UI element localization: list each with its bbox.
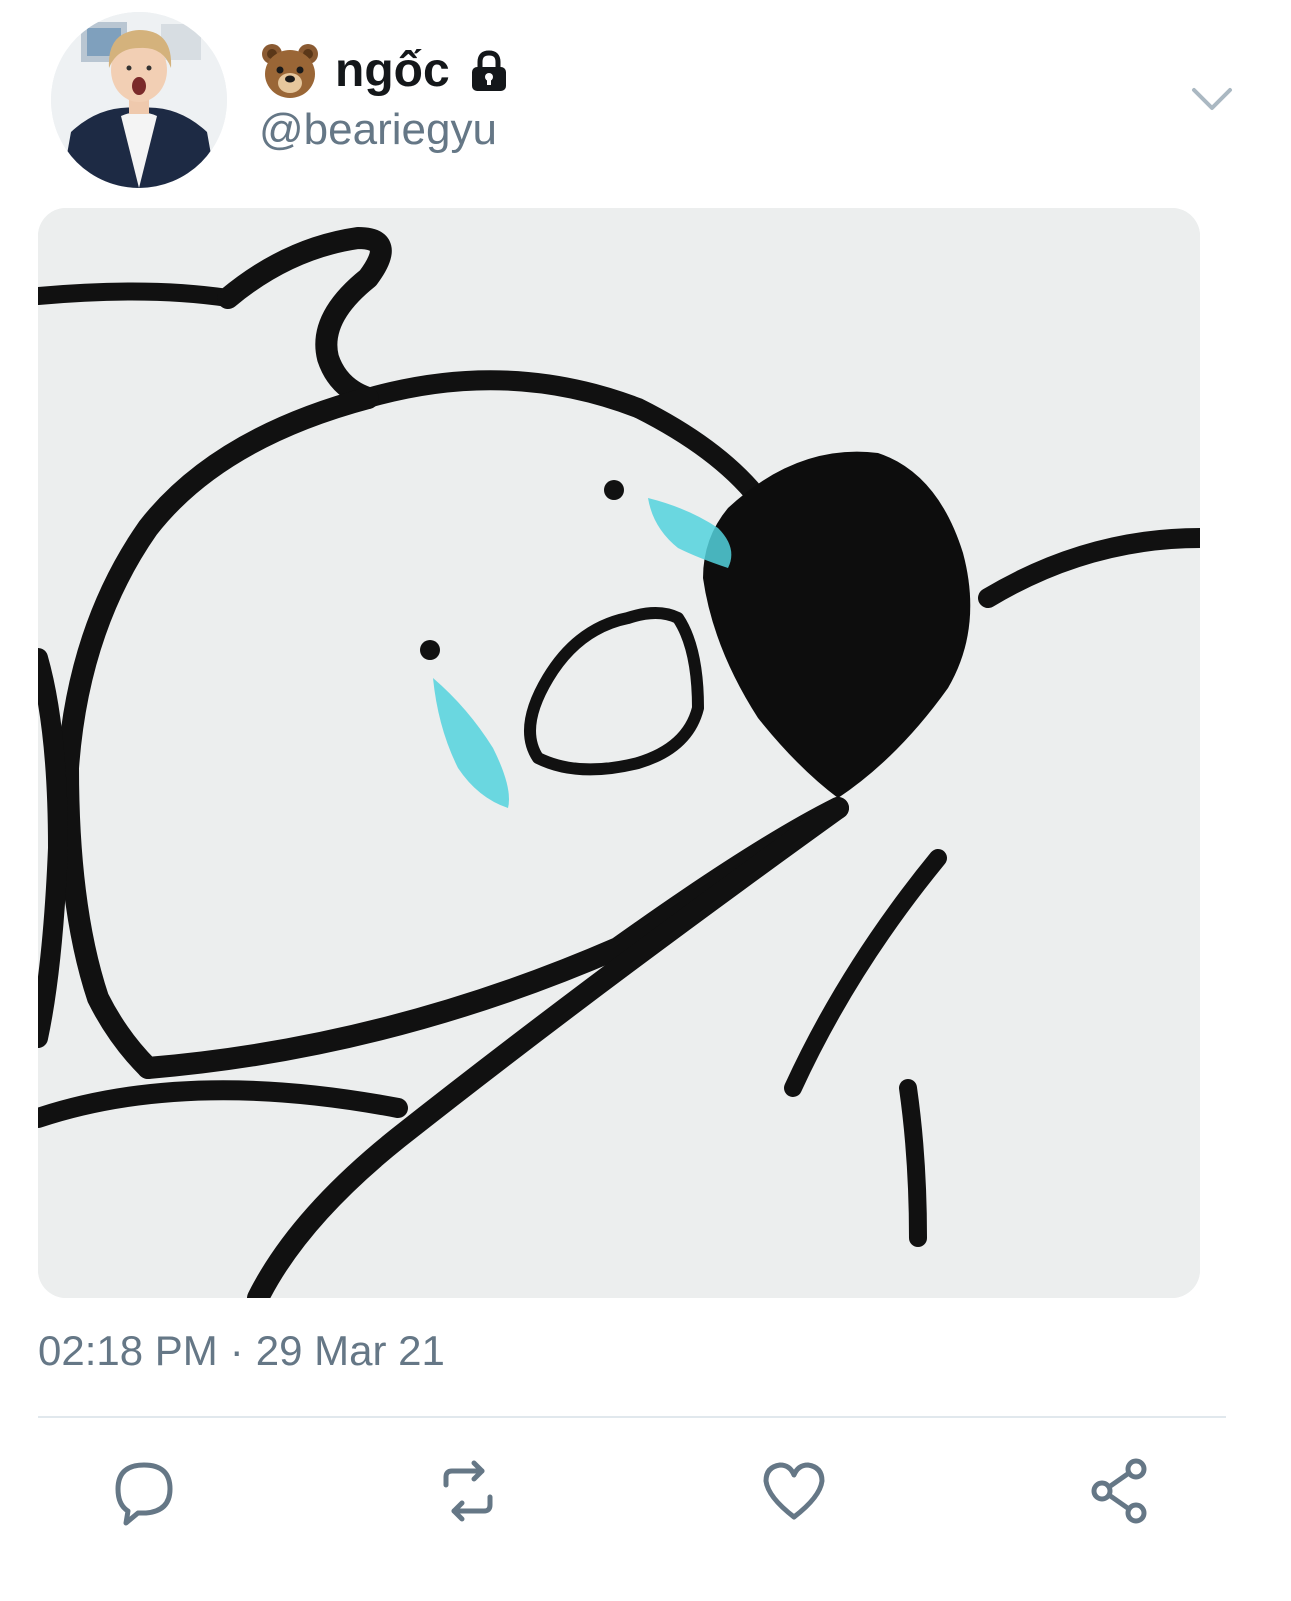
divider (38, 1416, 1226, 1418)
bear-face-emoji-icon (262, 44, 318, 98)
like-button[interactable] (758, 1455, 830, 1527)
tweet-timestamp: 02:18 PM · 29 Mar 21 (38, 1330, 445, 1372)
tweet-media-image[interactable] (38, 208, 1200, 1298)
timestamp-time: 02:18 PM (38, 1327, 218, 1374)
author-avatar[interactable] (51, 12, 227, 188)
author-display-name: ngốc (335, 44, 450, 97)
chevron-down-icon[interactable] (1188, 80, 1236, 120)
reply-button[interactable] (108, 1455, 180, 1527)
timestamp-separator: · (229, 1327, 244, 1374)
timestamp-date: 29 Mar 21 (255, 1327, 445, 1374)
retweet-button[interactable] (432, 1455, 504, 1527)
retweet-icon (443, 1460, 493, 1522)
author-handle[interactable]: @beariegyu (259, 108, 497, 152)
lock-icon (471, 50, 506, 91)
heart-icon (763, 1462, 825, 1520)
share-icon (1091, 1458, 1147, 1524)
share-button[interactable] (1084, 1455, 1156, 1527)
reply-icon (115, 1462, 173, 1526)
author-name-row[interactable]: ngốc (259, 40, 512, 102)
